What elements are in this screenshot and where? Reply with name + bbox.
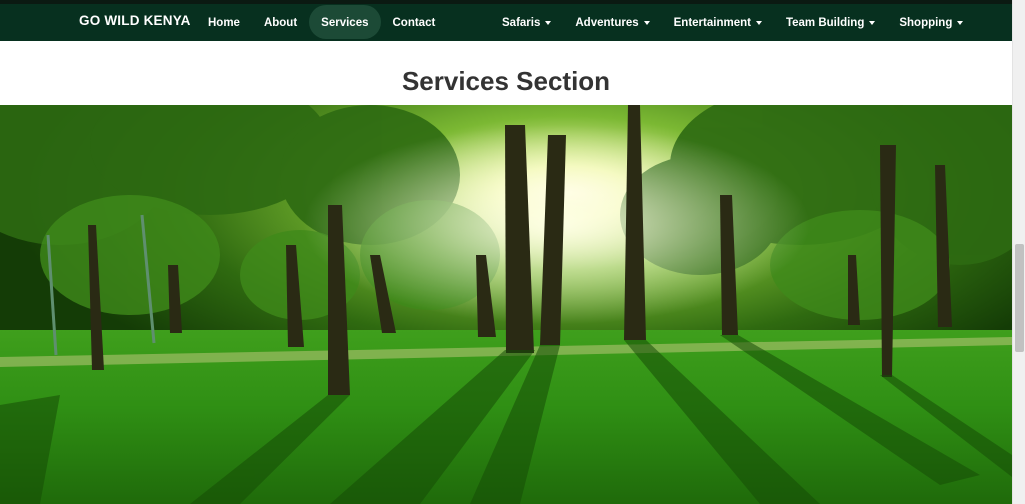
nav-right-menu: Safaris Adventures Entertainment Team Bu… [490, 4, 975, 41]
page: GO WILD KENYA Home About Services Contac… [0, 0, 1025, 504]
nav-team-building-dropdown[interactable]: Team Building [774, 5, 887, 39]
nav-about[interactable]: About [252, 5, 309, 39]
nav-safaris-label: Safaris [502, 17, 541, 29]
forest-park-illustration [0, 105, 1012, 504]
chevron-down-icon [755, 20, 762, 25]
chevron-down-icon [643, 20, 650, 25]
nav-safaris-dropdown[interactable]: Safaris [490, 5, 563, 39]
page-scrollbar[interactable] [1012, 0, 1025, 504]
top-navbar: GO WILD KENYA Home About Services Contac… [0, 0, 1012, 41]
brand-logo-text[interactable]: GO WILD KENYA [79, 13, 191, 28]
nav-left-menu: Home About Services Contact [196, 4, 447, 41]
nav-entertainment-dropdown[interactable]: Entertainment [662, 5, 774, 39]
nav-entertainment-label: Entertainment [673, 17, 751, 29]
nav-home[interactable]: Home [196, 5, 252, 39]
hero-forest-image [0, 105, 1012, 504]
nav-contact[interactable]: Contact [381, 5, 448, 39]
nav-shopping-label: Shopping [899, 17, 953, 29]
chevron-down-icon [545, 20, 552, 25]
chevron-down-icon [957, 20, 964, 25]
nav-shopping-dropdown[interactable]: Shopping [887, 5, 975, 39]
chevron-down-icon [869, 20, 876, 25]
section-title: Services Section [401, 66, 611, 96]
nav-services[interactable]: Services [309, 5, 381, 39]
nav-team-building-label: Team Building [785, 17, 865, 29]
nav-adventures-label: Adventures [575, 17, 639, 29]
nav-adventures-dropdown[interactable]: Adventures [563, 5, 661, 39]
scrollbar-thumb[interactable] [1015, 244, 1024, 352]
